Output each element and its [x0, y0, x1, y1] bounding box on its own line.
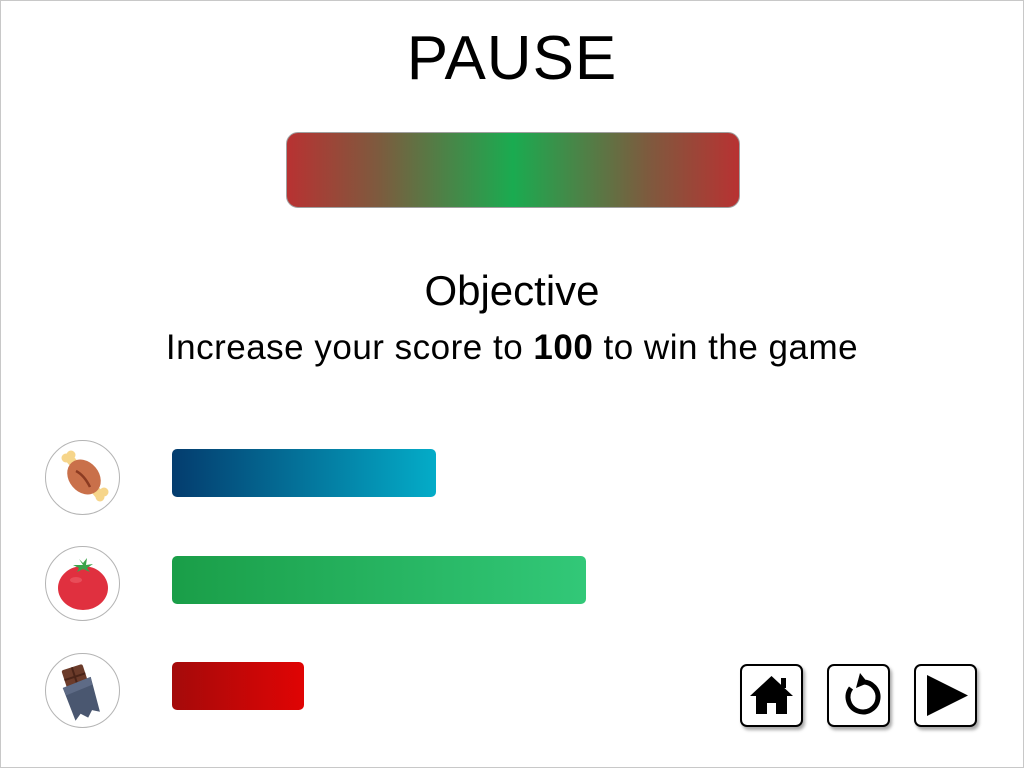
objective-text: Increase your score to 100 to win the ga…: [1, 326, 1023, 370]
pause-screen: PAUSE Objective Increase your score to 1…: [0, 0, 1024, 768]
restart-button[interactable]: [827, 664, 890, 727]
sweets-level-bar: [172, 662, 304, 710]
objective-target-score: 100: [533, 328, 594, 367]
home-button[interactable]: [740, 664, 803, 727]
meat-icon: [45, 440, 120, 515]
page-title: PAUSE: [406, 24, 618, 93]
vegetable-level-bar: [172, 556, 586, 604]
objective-text-after: to win the game: [593, 328, 859, 367]
play-button[interactable]: [914, 664, 977, 727]
meat-level-bar: [172, 449, 436, 497]
play-icon: [927, 675, 968, 716]
tomato-icon: [45, 546, 120, 621]
objective-heading: Objective: [424, 267, 600, 314]
objective-text-before: Increase your score to: [165, 328, 534, 367]
balance-meter: [286, 132, 740, 208]
restart-icon: [845, 673, 881, 715]
chocolate-icon: [45, 653, 120, 728]
home-icon: [750, 676, 793, 714]
